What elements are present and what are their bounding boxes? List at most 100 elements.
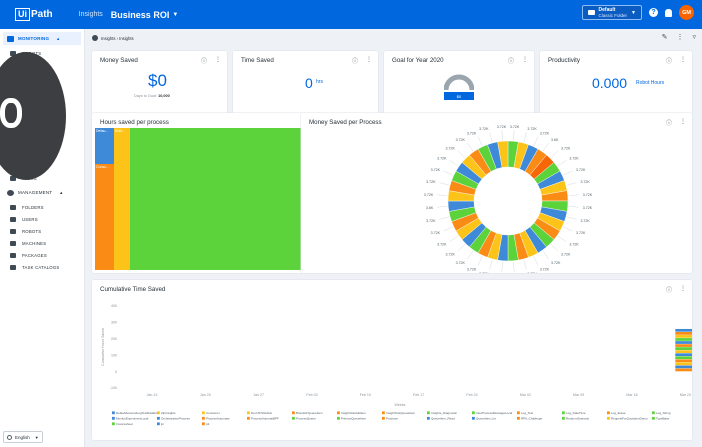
chevron-down-icon[interactable]: ▼ xyxy=(172,12,178,18)
legend-label: ProcessAutomatBPF xyxy=(251,417,279,421)
more-icon[interactable]: ⋮ xyxy=(522,56,528,65)
donut-leader-line xyxy=(489,259,493,270)
section-label: MANAGEMENT xyxy=(18,190,53,195)
donut-leader-line xyxy=(551,244,559,252)
donut-leader-line xyxy=(568,206,579,208)
sidebar-item-folders[interactable]: FOLDERS xyxy=(10,203,44,211)
donut-label: 3.72K xyxy=(431,168,441,172)
legend-label: TypeBase xyxy=(656,417,670,421)
legend-label: Consumer xyxy=(206,411,220,415)
legend-swatch xyxy=(202,422,205,426)
chevron-down-icon: ▼ xyxy=(631,9,636,16)
goal-label: Days to Goal: xyxy=(134,94,158,98)
info-icon[interactable]: ⓘ xyxy=(352,56,358,65)
y-tick-label: 0 xyxy=(115,370,117,374)
legend-label: QueueItem_Int xyxy=(476,417,496,421)
globe-icon xyxy=(7,434,12,440)
monitor-icon xyxy=(7,35,14,42)
more-icon[interactable]: ⋮ xyxy=(676,33,683,41)
sidebar-item-robots-mgmt[interactable]: ROBOTS xyxy=(10,227,41,235)
donut-label: 3.72K xyxy=(580,219,590,223)
donut-leader-line xyxy=(449,160,459,167)
legend-swatch xyxy=(427,411,430,415)
more-icon[interactable]: ⋮ xyxy=(366,56,372,65)
donut-label: 3.72K xyxy=(446,146,456,150)
more-icon[interactable]: ⋮ xyxy=(680,56,686,65)
legend-label: QueueItem_Read xyxy=(431,417,455,421)
sidebar-item-machines[interactable]: MACHINES xyxy=(10,239,46,247)
donut-label: 3.72K xyxy=(426,180,436,184)
x-tick-label: Feb 10 xyxy=(360,393,371,397)
logo-box: Ui xyxy=(15,8,30,21)
legend-label: Insights_Diagnostic xyxy=(431,411,458,415)
donut-leader-line xyxy=(467,142,474,152)
app-name[interactable]: Insights xyxy=(79,11,103,18)
gear-icon xyxy=(7,189,14,196)
treemap-block[interactable]: Defau... xyxy=(95,128,114,164)
donut-label: 3.72K xyxy=(576,168,586,172)
donut-label: 3.72K xyxy=(569,156,579,160)
bell-icon[interactable] xyxy=(665,8,672,17)
stacked-bar-segment xyxy=(675,353,692,357)
dashboard-title[interactable]: Business ROI xyxy=(111,10,170,20)
sidebar-item-task-catalogs[interactable]: TASK CATALOGS xyxy=(10,263,59,271)
more-icon[interactable]: ⋮ xyxy=(215,56,221,65)
legend-swatch xyxy=(202,416,205,420)
uipath-logo[interactable]: Ui Path xyxy=(15,7,53,22)
filter-icon[interactable]: ▿ xyxy=(692,33,696,41)
donut-leader-line xyxy=(439,182,450,186)
x-tick-label: Jan 13 xyxy=(147,393,158,397)
donut-label: 3.72K xyxy=(497,125,507,129)
info-icon[interactable]: ⓘ xyxy=(508,56,514,65)
tenant-selector[interactable]: Default Classic Folder ▼ xyxy=(581,5,642,20)
legend-swatch xyxy=(562,411,565,415)
legend-swatch xyxy=(337,416,340,420)
donut-leader-line xyxy=(523,259,527,270)
language-selector[interactable]: English ▼ xyxy=(3,431,43,443)
donut-label: 3.6K xyxy=(426,206,434,210)
donut-leader-line xyxy=(439,216,450,220)
sidebar-section-monitoring[interactable]: MONITORING ▲ xyxy=(3,32,81,45)
x-tick-label: Jan 27 xyxy=(253,393,264,397)
avatar[interactable]: GM xyxy=(679,5,694,20)
info-icon[interactable]: ⓘ xyxy=(201,56,207,65)
legend-label: RandomScenario xyxy=(566,417,590,421)
legend-label: Producer xyxy=(386,417,398,421)
item-label: TASK CATALOGS xyxy=(22,264,60,270)
donut-label: 3.72K xyxy=(551,261,561,265)
help-icon[interactable]: ? xyxy=(649,8,658,17)
folder-icon xyxy=(587,10,595,15)
treemap-block[interactable]: Consu... xyxy=(95,163,114,270)
card-money-per-process: Money Saved per Process ⓘ ⋮ 3.72K 3.72K 3.7… xyxy=(301,113,692,273)
legend-swatch xyxy=(247,416,250,420)
x-tick-label: Feb 17 xyxy=(413,393,424,397)
breadcrumb[interactable]: Insights › Insights xyxy=(101,36,134,41)
edit-icon[interactable]: ✎ xyxy=(662,33,668,41)
legend-label: DemTFSGlobal xyxy=(251,411,272,415)
donut-label: 3.72K xyxy=(479,127,489,131)
legend-swatch xyxy=(202,411,205,415)
legend-label: InsightTestQueueItem xyxy=(386,411,416,415)
legend-swatch xyxy=(292,411,295,415)
stacked-bar-segment xyxy=(675,350,692,354)
donut-label: 3.72K xyxy=(510,125,520,129)
stacked-bar-segment xyxy=(675,328,692,332)
legend-label: Invoicesheet xyxy=(116,422,133,426)
legend-label: Log_Erase xyxy=(611,411,626,415)
sidebar-section-management[interactable]: MANAGEMENT ▲ xyxy=(3,186,63,199)
sidebar-item-packages[interactable]: PACKAGES xyxy=(10,251,47,259)
donut-label: 3.72K xyxy=(527,272,537,273)
donut-label: 3.72K xyxy=(437,156,447,160)
donut-label: 3.72K xyxy=(456,138,466,142)
item-label: PACKAGES xyxy=(22,252,47,258)
legend-label: RPA_Challenge xyxy=(521,417,542,421)
donut-leader-line xyxy=(542,142,549,152)
legend-swatch xyxy=(472,416,475,420)
stacked-bar-segment xyxy=(675,344,692,347)
sidebar-item-users[interactable]: USERS xyxy=(10,215,38,223)
legend-label: MonitorExperimentLocal xyxy=(116,417,149,421)
info-icon[interactable]: ⓘ xyxy=(666,56,672,65)
donut-label: 3.72K xyxy=(561,146,571,150)
legend-swatch xyxy=(607,411,610,415)
treemap-block[interactable]: Brah... xyxy=(113,128,131,270)
